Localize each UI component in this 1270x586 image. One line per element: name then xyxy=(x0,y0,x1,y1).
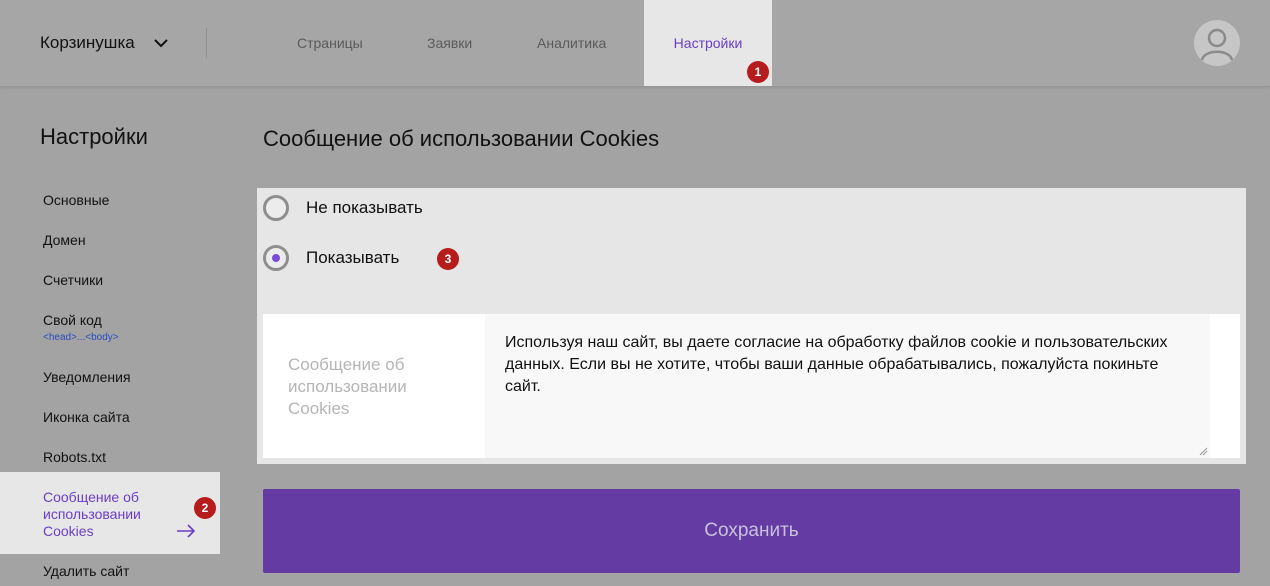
user-avatar[interactable] xyxy=(1194,20,1240,66)
radio-button[interactable] xyxy=(263,195,289,221)
step-badge-3: 3 xyxy=(437,248,459,270)
radio-hide[interactable]: Не показывать xyxy=(263,192,423,224)
message-textarea[interactable]: Используя наш сайт, вы даете согласие на… xyxy=(485,314,1210,458)
step-badge-1: 1 xyxy=(747,61,769,83)
message-field-label: Сообщение об использовании Cookies xyxy=(288,355,407,418)
step-badge-2: 2 xyxy=(194,497,216,519)
sidebar-item-general[interactable]: Основные xyxy=(43,192,109,208)
sidebar-item-favicon[interactable]: Иконка сайта xyxy=(43,409,130,425)
radio-label: Не показывать xyxy=(306,198,423,217)
save-button[interactable]: Сохранить xyxy=(263,489,1240,573)
chevron-down-icon xyxy=(154,39,168,48)
arrow-right-icon xyxy=(177,524,196,538)
user-icon xyxy=(1200,28,1234,61)
sidebar-item-sublabel: <head>...<body> xyxy=(43,332,119,343)
sidebar-item-counters[interactable]: Счетчики xyxy=(43,272,103,288)
sidebar-item-delete-site[interactable]: Удалить сайт xyxy=(43,563,129,579)
tab-pages[interactable]: Страницы xyxy=(297,0,363,86)
tab-analytics[interactable]: Аналитика xyxy=(537,0,606,86)
sidebar-title: Настройки xyxy=(40,124,148,149)
message-card: Сообщение об использовании Cookies Испол… xyxy=(263,314,1240,458)
sidebar-item-domain[interactable]: Домен xyxy=(43,232,86,248)
top-header: Корзинушка Страницы Заявки Аналитика Нас… xyxy=(0,0,1270,87)
sidebar-item-robots[interactable]: Robots.txt xyxy=(43,449,106,465)
message-text: Используя наш сайт, вы даете согласие на… xyxy=(505,334,1168,395)
sidebar-item-notifications[interactable]: Уведомления xyxy=(43,369,131,385)
project-selector[interactable]: Корзинушка xyxy=(40,30,169,56)
radio-label: Показывать xyxy=(306,248,400,267)
radio-button[interactable] xyxy=(263,245,289,271)
radio-show[interactable]: Показывать xyxy=(263,242,399,274)
sidebar-item-label: Сообщение об использовании Cookies xyxy=(43,489,141,539)
tab-leads[interactable]: Заявки xyxy=(427,0,472,86)
header-divider xyxy=(206,28,207,58)
sidebar-item-label: Свой код xyxy=(43,312,102,328)
project-name: Корзинушка xyxy=(40,33,135,52)
sidebar-item-custom-code[interactable]: Свой код <head>...<body> xyxy=(43,312,119,343)
page-title: Сообщение об использовании Cookies xyxy=(263,126,660,151)
resize-handle-icon[interactable] xyxy=(1199,447,1208,456)
sidebar-item-cookies[interactable]: Сообщение об использовании Cookies xyxy=(0,472,220,554)
